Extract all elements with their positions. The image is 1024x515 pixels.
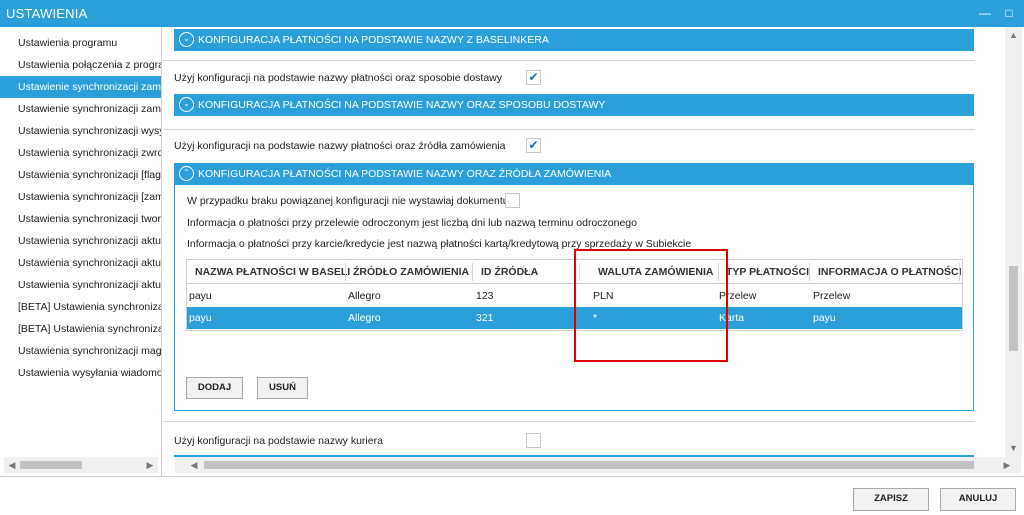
chevron-down-icon[interactable]: ⌄ [179,97,194,112]
sidebar-item-order-sync[interactable]: Ustawienie synchronizacji zamówień [0,76,161,98]
table-cell[interactable]: 321 [476,312,494,324]
section-header-payment-delivery[interactable]: ⌄ KONFIGURACJA PŁATNOŚCI NA PODSTAWIE NA… [174,94,974,116]
sidebar-item-shipping-sync[interactable]: Ustawienia synchronizacji wysyłek [0,120,161,142]
highlight-box [574,249,728,362]
sidebar-item-program[interactable]: Ustawienia programu [0,32,161,54]
scrollbar-thumb[interactable] [204,461,974,469]
option-label: Użyj konfiguracji na podstawie nazwy kur… [174,435,383,447]
sidebar-item-beta-sync-1[interactable]: [BETA] Ustawienia synchronizacji [0,296,161,318]
sidebar-item-update-sync-2[interactable]: Ustawienia synchronizacji aktualizacji [0,252,161,274]
column-divider [959,263,960,281]
minimize-icon[interactable]: — [976,4,994,22]
remove-button[interactable]: USUŃ [257,377,308,399]
column-header[interactable]: INFORMACJA O PŁATNOŚCI [818,266,962,278]
scroll-left-icon[interactable]: ◀ [6,459,18,471]
sidebar-item-order-sync-2[interactable]: Ustawienie synchronizacji zamówień [0,98,161,120]
sidebar-item-returns-sync[interactable]: Ustawienia synchronizacji zwrotów [0,142,161,164]
sidebar-item-warehouse-sync[interactable]: Ustawienia synchronizacji magazynów [0,340,161,362]
scroll-right-icon[interactable]: ▶ [144,459,156,471]
sidebar-item-beta-sync-2[interactable]: [BETA] Ustawienia synchronizacji [0,318,161,340]
divider [163,421,975,422]
table-cell[interactable]: 123 [476,290,494,302]
divider [163,129,975,130]
dialog-footer: ZAPISZ ANULUJ [0,476,1024,515]
column-divider [809,263,810,281]
sidebar-item-messages[interactable]: Ustawienia wysyłania wiadomości [0,362,161,384]
section-title: KONFIGURACJA PŁATNOŚCI NA PODSTAWIE NAZW… [198,168,612,180]
option-label: Użyj konfiguracji na podstawie nazwy pła… [174,140,506,152]
add-button[interactable]: DODAJ [186,377,243,399]
settings-sidebar: Ustawienia programu Ustawienia połączeni… [0,27,162,476]
window-title: USTAWIENIA [6,6,88,21]
maximize-icon[interactable]: □ [1000,4,1018,22]
column-divider [345,263,346,281]
main-horizontal-scrollbar[interactable]: ◀ ▶ [175,457,1021,473]
option-label: Użyj konfiguracji na podstawie nazwy pła… [174,72,503,84]
column-header[interactable]: TYP PŁATNOŚCI [726,266,809,278]
sidebar-item-update-sync-3[interactable]: Ustawienia synchronizacji aktualizacji [0,274,161,296]
sidebar-horizontal-scrollbar[interactable]: ◀ ▶ [4,457,158,473]
scroll-up-icon[interactable]: ▲ [1007,29,1020,42]
section-header-baselinker-payment[interactable]: ⌄ KONFIGURACJA PŁATNOŚCI NA PODSTAWIE NA… [174,29,974,51]
table-cell[interactable]: Allegro [348,312,381,324]
table-cell[interactable]: Allegro [348,290,381,302]
scrollbar-thumb[interactable] [20,461,82,469]
info-deferred-transfer: Informacja o płatności przy przelewie od… [187,217,637,229]
window-titlebar: USTAWIENIA — □ [0,0,1024,27]
divider [163,60,975,61]
use-payment-source-checkbox[interactable]: ✔ [526,138,541,153]
section-title: KONFIGURACJA PŁATNOŚCI NA PODSTAWIE NAZW… [198,34,549,46]
section-title: KONFIGURACJA PŁATNOŚCI NA PODSTAWIE NAZW… [198,99,606,111]
scroll-right-icon[interactable]: ▶ [1001,459,1013,471]
chevron-up-icon[interactable]: ⌃ [179,166,194,181]
no-doc-checkbox[interactable] [505,193,520,208]
save-button[interactable]: ZAPISZ [853,488,929,511]
main-vertical-scrollbar[interactable]: ▲ ▼ [1005,27,1022,457]
sidebar-item-connection[interactable]: Ustawienia połączenia z programem Subiek… [0,54,161,76]
sidebar-item-create-sync[interactable]: Ustawienia synchronizacji tworzenia [0,208,161,230]
sidebar-item-flags-sync[interactable]: Ustawienia synchronizacji [flagi] [0,164,161,186]
scroll-down-icon[interactable]: ▼ [1007,442,1020,455]
scroll-left-icon[interactable]: ◀ [188,459,200,471]
cancel-button[interactable]: ANULUJ [940,488,1016,511]
table-cell[interactable]: Przelew [813,290,850,302]
column-divider [472,263,473,281]
table-cell[interactable]: payu [813,312,836,324]
use-courier-name-checkbox[interactable] [526,433,541,448]
sidebar-item-update-sync-1[interactable]: Ustawienia synchronizacji aktualizacji [0,230,161,252]
no-doc-label: W przypadku braku powiązanej konfiguracj… [187,195,509,207]
table-cell[interactable]: payu [189,312,212,324]
chevron-down-icon[interactable]: ⌄ [179,32,194,47]
section-header-payment-source[interactable]: ⌃ KONFIGURACJA PŁATNOŚCI NA PODSTAWIE NA… [174,163,974,185]
table-cell[interactable]: payu [189,290,212,302]
scrollbar-thumb[interactable] [1009,266,1018,351]
column-header[interactable]: ID ŹRÓDŁA [481,266,538,278]
sidebar-item-orders-sync[interactable]: Ustawienia synchronizacji [zamówienia] [0,186,161,208]
column-header[interactable]: NAZWA PŁATNOŚCI W BASELI [195,266,350,278]
use-payment-delivery-checkbox[interactable]: ✔ [526,70,541,85]
settings-main-panel: ⌄ KONFIGURACJA PŁATNOŚCI NA PODSTAWIE NA… [163,27,1005,457]
column-header[interactable]: ŹRÓDŁO ZAMÓWIENIA [353,266,469,278]
